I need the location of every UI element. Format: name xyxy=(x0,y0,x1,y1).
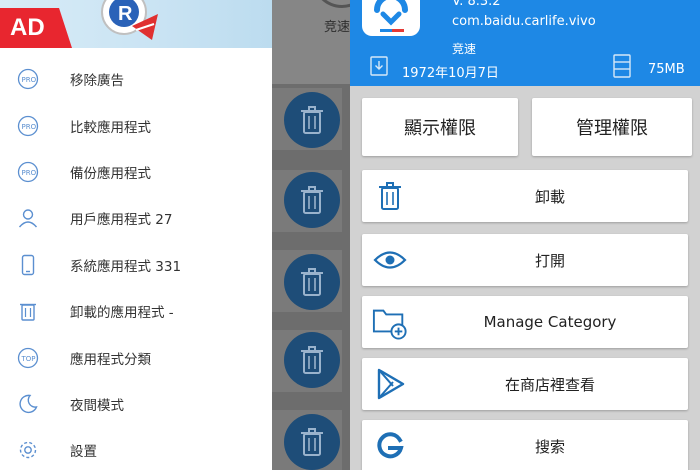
app-icon xyxy=(362,0,420,36)
dimmed-uninstall-button[interactable] xyxy=(284,414,340,470)
drawer-menu: PRO 移除廣告 PRO 比較應用程式 PRO 備份應用程式 用戶應用程式 27 xyxy=(0,56,272,470)
trash-icon xyxy=(301,268,323,296)
moon-icon xyxy=(16,392,40,416)
search-button[interactable]: 搜索 xyxy=(362,420,688,470)
drawer-item-label: 應用程式分類 xyxy=(70,351,151,368)
trash-icon xyxy=(301,106,323,134)
svg-text:R: R xyxy=(118,3,133,25)
folder-add-icon xyxy=(372,304,408,340)
permission-buttons: 顯示權限 管理權限 xyxy=(362,98,692,156)
trash-icon xyxy=(372,178,408,214)
manage-permissions-button[interactable]: 管理權限 xyxy=(532,98,692,156)
app-package-name: com.baidu.carlife.vivo xyxy=(452,14,596,29)
drawer-item-system-apps[interactable]: 系統應用程式 331 xyxy=(0,242,272,288)
dimmed-uninstall-button[interactable] xyxy=(284,172,340,228)
svg-text:TOP: TOP xyxy=(21,355,36,363)
promo-app-icon: R xyxy=(101,0,158,40)
app-name: 竞速 xyxy=(452,42,477,56)
storage-icon xyxy=(613,54,631,78)
dimmed-app-list: 竞速 xyxy=(272,0,350,470)
drawer-item-remove-ads[interactable]: PRO 移除廣告 xyxy=(0,56,272,102)
eye-icon xyxy=(372,242,408,278)
drawer-item-label: 卸載的應用程式 - xyxy=(70,305,174,322)
trash-icon xyxy=(301,346,323,374)
trash-icon xyxy=(301,428,323,456)
open-button[interactable]: 打開 xyxy=(362,234,688,286)
ad-banner[interactable]: AD R xyxy=(0,0,272,48)
phone-icon xyxy=(16,253,40,277)
drawer-item-label: 系統應用程式 331 xyxy=(70,258,182,275)
dimmed-icon-edge xyxy=(312,0,350,8)
drawer-item-night-mode[interactable]: 夜間模式 xyxy=(0,381,272,427)
manage-category-button[interactable]: Manage Category xyxy=(362,296,688,348)
app-version: V. 8.3.2 xyxy=(452,0,501,9)
view-in-store-label: 在商店裡查看 xyxy=(504,375,595,394)
drawer-item-uninstalled-apps[interactable]: 卸載的應用程式 - xyxy=(0,288,272,334)
manage-category-label: Manage Category xyxy=(483,313,617,331)
drawer-item-settings[interactable]: 設置 xyxy=(0,427,272,470)
drawer-item-app-category[interactable]: TOP 應用程式分類 xyxy=(0,334,272,380)
dimmed-uninstall-button[interactable] xyxy=(284,254,340,310)
uninstall-button[interactable]: 卸載 xyxy=(362,170,688,222)
view-in-store-button[interactable]: 在商店裡查看 xyxy=(362,358,688,410)
drawer-item-label: 移除廣告 xyxy=(70,73,124,90)
drawer-item-label: 夜間模式 xyxy=(70,397,124,414)
pro-icon: PRO xyxy=(16,114,40,138)
app-detail-panel: V. 8.3.2 com.baidu.carlife.vivo 竞速 1972年… xyxy=(350,0,700,470)
drawer-item-label: 備份應用程式 xyxy=(70,165,151,182)
app-icon-stripe xyxy=(380,29,404,32)
top-icon: TOP xyxy=(16,346,40,370)
drawer-item-backup-apps[interactable]: PRO 備份應用程式 xyxy=(0,149,272,195)
dimmed-uninstall-button[interactable] xyxy=(284,92,340,148)
navigation-drawer: AD R PRO 移除廣告 PRO 比較應用程式 PRO 備份應用程式 用戶應用… xyxy=(0,0,272,470)
svg-text:PRO: PRO xyxy=(22,76,37,84)
drawer-item-user-apps[interactable]: 用戶應用程式 27 xyxy=(0,195,272,241)
drawer-item-compare-apps[interactable]: PRO 比較應用程式 xyxy=(0,102,272,148)
ad-badge: AD xyxy=(0,8,72,48)
app-info-header: V. 8.3.2 com.baidu.carlife.vivo 竞速 1972年… xyxy=(350,0,700,86)
drawer-item-label: 比較應用程式 xyxy=(70,119,151,136)
dimmed-app-name: 竞速 xyxy=(324,20,350,35)
show-permissions-button[interactable]: 顯示權限 xyxy=(362,98,518,156)
download-icon xyxy=(370,56,388,76)
svg-text:PRO: PRO xyxy=(22,169,37,177)
svg-text:PRO: PRO xyxy=(22,123,37,131)
pro-icon: PRO xyxy=(16,160,40,184)
open-label: 打開 xyxy=(534,251,565,270)
play-store-icon xyxy=(372,366,408,402)
drawer-item-label: 用戶應用程式 27 xyxy=(70,212,173,229)
dimmed-uninstall-button[interactable] xyxy=(284,332,340,388)
google-icon xyxy=(372,428,408,464)
gear-icon xyxy=(16,438,40,462)
app-size: 75MB xyxy=(648,62,685,77)
user-icon xyxy=(16,206,40,230)
install-date: 1972年10月7日 xyxy=(402,66,499,81)
trash-icon xyxy=(16,299,40,323)
pro-icon: PRO xyxy=(16,67,40,91)
uninstall-label: 卸載 xyxy=(534,187,565,206)
search-label: 搜索 xyxy=(534,437,565,456)
drawer-item-label: 設置 xyxy=(70,444,97,461)
trash-icon xyxy=(301,186,323,214)
dimmed-header: 竞速 xyxy=(272,0,350,84)
